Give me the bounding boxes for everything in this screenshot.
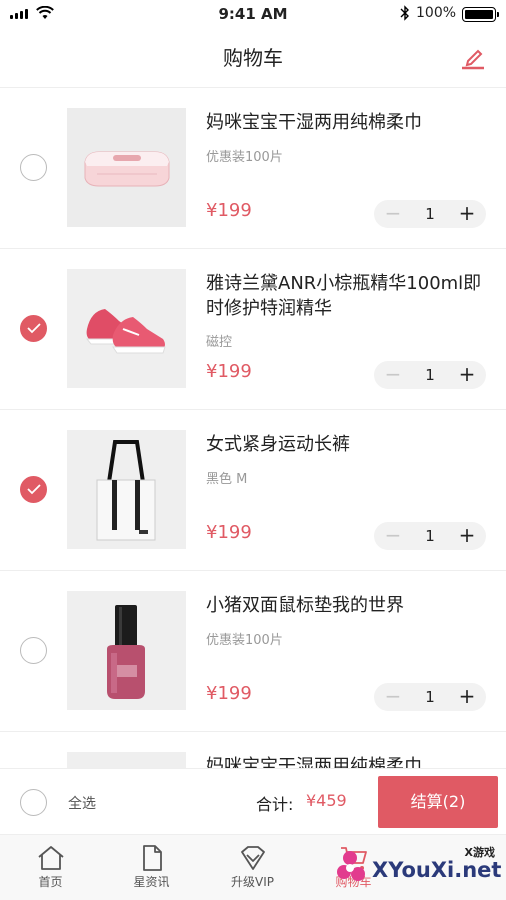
increase-button[interactable]: + [448,683,486,711]
product-title: 女式紧身运动长裤 [206,434,350,455]
product-title: 妈咪宝宝干湿两用纯棉柔巾 [206,756,422,768]
game-controller-icon [337,851,365,881]
decrease-button[interactable]: − [374,683,412,711]
quantity-stepper: − 1 + [374,200,486,228]
quantity-value[interactable]: 1 [412,361,448,389]
increase-button[interactable]: + [448,200,486,228]
cart-item: 女式紧身运动长裤 黑色 M ¥199 − 1 + [0,410,506,571]
product-title: 雅诗兰黛ANR小棕瓶精华100ml即时修护特润精华 [206,273,482,319]
wipes-box-icon [67,108,186,227]
battery-percentage: 100% [416,5,457,21]
item-checkbox[interactable] [20,154,47,181]
tab-news[interactable]: 星资讯 [101,835,202,900]
page-title: 购物车 [223,46,283,70]
bluetooth-icon [400,5,409,21]
select-all-label[interactable]: 全选 [68,793,96,813]
diamond-icon [240,846,265,870]
battery-icon [462,7,499,22]
cart-item: 小猪双面鼠标垫我的世界 优惠装100片 ¥199 − 1 + [0,571,506,732]
product-spec: 黑色 M [206,472,248,487]
decrease-button[interactable]: − [374,522,412,550]
quantity-value[interactable]: 1 [412,200,448,228]
check-icon [27,484,41,495]
product-image[interactable] [67,752,186,768]
watermark: X游戏 XYouXi.net [336,838,501,896]
select-all-checkbox[interactable] [20,789,47,816]
nail-polish-icon [67,591,186,710]
increase-button[interactable]: + [448,361,486,389]
product-price: ¥199 [206,522,252,543]
checkout-bar: 全选 合计: ¥459 结算(2) [0,768,506,834]
total-amount: ¥459 [306,791,347,810]
tab-vip[interactable]: 升级VIP [202,835,303,900]
item-checkbox[interactable] [20,637,47,664]
cart-list: 妈咪宝宝干湿两用纯棉柔巾 优惠装100片 ¥199 − 1 + 雅诗兰黛ANR小… [0,88,506,768]
quantity-value[interactable]: 1 [412,683,448,711]
product-title: 妈咪宝宝干湿两用纯棉柔巾 [206,112,422,133]
quantity-stepper: − 1 + [374,522,486,550]
product-title: 小猪双面鼠标垫我的世界 [206,595,404,616]
product-image[interactable] [67,269,186,388]
quantity-stepper: − 1 + [374,683,486,711]
check-icon [27,323,41,334]
cart-item: 妈咪宝宝干湿两用纯棉柔巾 优惠装100片 ¥199 − 1 + [0,88,506,249]
status-bar: 9:41 AM 100% [0,0,506,28]
quantity-stepper: − 1 + [374,361,486,389]
cart-item: 妈咪宝宝干湿两用纯棉柔巾 [0,732,506,768]
product-price: ¥199 [206,361,252,382]
product-price: ¥199 [206,200,252,221]
tote-bag-icon [67,430,186,549]
tab-label: 首页 [38,875,63,889]
document-icon [142,845,162,871]
product-image[interactable] [67,591,186,710]
home-icon [37,846,64,870]
pencil-icon [462,49,484,70]
product-spec: 优惠装100片 [206,633,283,648]
product-spec: 磁控 [206,335,233,350]
quantity-value[interactable]: 1 [412,522,448,550]
product-image[interactable] [67,108,186,227]
sneaker-icon [67,269,186,388]
decrease-button[interactable]: − [374,200,412,228]
increase-button[interactable]: + [448,522,486,550]
tab-label: 星资讯 [133,875,170,889]
item-checkbox[interactable] [20,315,47,342]
nav-bar: 购物车 [0,28,506,88]
tab-home[interactable]: 首页 [0,835,101,900]
edit-button[interactable] [458,42,488,72]
tab-label: 升级VIP [231,875,274,889]
watermark-text: XYouXi.net [372,858,502,882]
product-price: ¥199 [206,683,252,704]
checkout-button[interactable]: 结算(2) [378,776,498,828]
decrease-button[interactable]: − [374,361,412,389]
product-spec: 优惠装100片 [206,150,283,165]
cart-item: 雅诗兰黛ANR小棕瓶精华100ml即时修护特润精华 磁控 ¥199 − 1 + [0,249,506,410]
product-image[interactable] [67,430,186,549]
item-checkbox[interactable] [20,476,47,503]
total-label: 合计: [256,795,294,814]
